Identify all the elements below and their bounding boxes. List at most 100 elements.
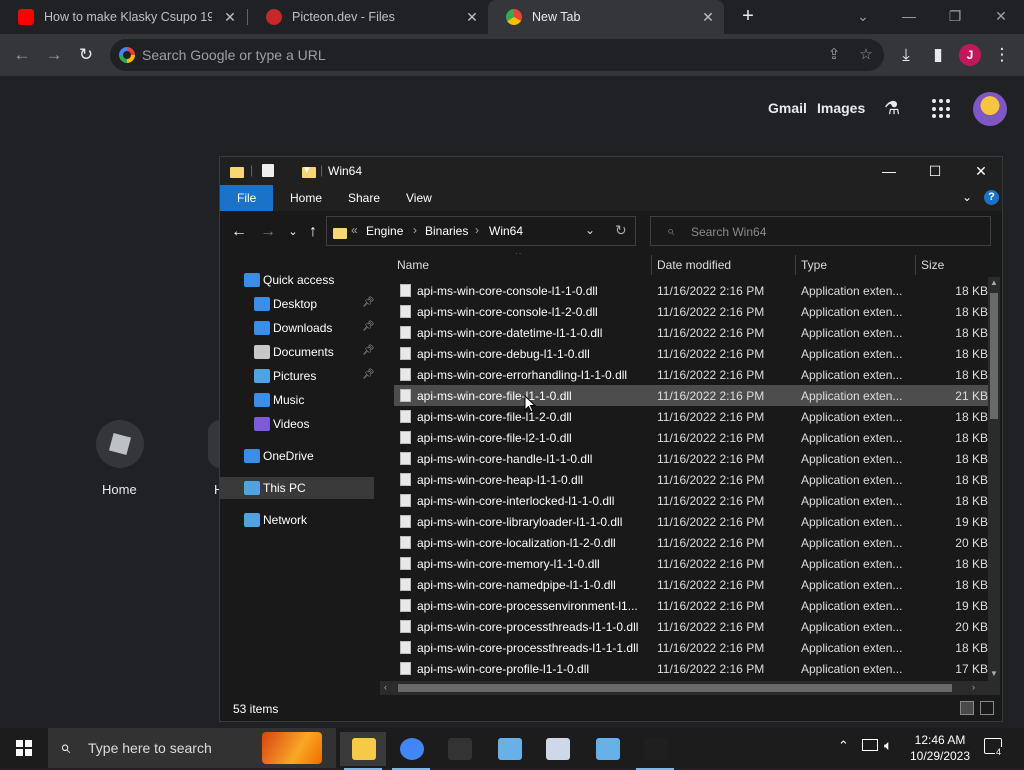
nav-item-network[interactable]: Network (220, 509, 374, 531)
taskbar-app-chrome[interactable] (388, 732, 434, 770)
menu-kebab-icon[interactable]: ⋮ (990, 43, 1014, 67)
nav-item-this-pc[interactable]: This PC (220, 477, 374, 499)
file-row[interactable]: api-ms-win-core-debug-l1-1-0.dll 11/16/20… (394, 343, 990, 364)
download-icon[interactable]: ⤓ (894, 43, 918, 67)
network-icon[interactable] (862, 739, 878, 751)
maximize-icon[interactable]: ☐ (912, 157, 958, 185)
nav-item-quick-access[interactable]: Quick access (220, 269, 374, 291)
scrollbar-thumb[interactable] (398, 684, 952, 692)
file-row[interactable]: api-ms-win-core-file-l2-1-0.dll 11/16/202… (394, 427, 990, 448)
file-row[interactable]: api-ms-win-core-handle-l1-1-0.dll 11/16/2… (394, 448, 990, 469)
nav-item-documents[interactable]: Documents 📌︎ (220, 341, 375, 363)
column-type[interactable]: Type (801, 258, 827, 272)
file-row[interactable]: api-ms-win-core-processenvironment-l1...… (394, 595, 990, 616)
breadcrumb-overflow[interactable]: « (351, 223, 358, 237)
column-name[interactable]: Name (397, 258, 429, 272)
file-row[interactable]: api-ms-win-core-heap-l1-1-0.dll 11/16/202… (394, 469, 990, 490)
help-icon[interactable]: ? (984, 190, 999, 205)
file-row[interactable]: api-ms-win-core-console-l1-2-0.dll 11/16/… (394, 301, 990, 322)
share-icon[interactable]: ⇪ (824, 45, 844, 65)
minimize-icon[interactable]: — (866, 157, 912, 185)
close-icon[interactable]: ✕ (958, 157, 1004, 185)
taskbar-app-3d-viewer[interactable] (534, 732, 580, 766)
google-account-avatar[interactable] (973, 92, 1007, 126)
minimize-icon[interactable]: — (886, 4, 932, 30)
scroll-down-arrow-icon[interactable]: ▼ (990, 669, 998, 678)
forward-arrow-icon[interactable]: → (257, 221, 279, 243)
file-row[interactable]: api-ms-win-core-file-l1-1-0.dll 11/16/202… (394, 385, 990, 406)
breadcrumb-win64[interactable]: Win64 (489, 224, 523, 238)
ribbon-tab-home[interactable]: Home (278, 185, 334, 211)
forward-arrow-icon[interactable]: → (42, 43, 66, 67)
file-row[interactable]: api-ms-win-core-localization-l1-2-0.dll 1… (394, 532, 990, 553)
ribbon-tab-file[interactable]: File (220, 185, 274, 211)
column-divider[interactable] (795, 255, 796, 275)
file-row[interactable]: api-ms-win-core-processthreads-l1-1-0.dl… (394, 616, 990, 637)
address-bar[interactable]: « Engine › Binaries › Win64 ⌄ ↻ (326, 216, 636, 246)
close-window-icon[interactable]: ✕ (978, 4, 1024, 30)
taskbar-app-visual-studio-2[interactable] (584, 732, 630, 766)
images-link[interactable]: Images (817, 100, 865, 116)
file-row[interactable]: api-ms-win-core-interlocked-l1-1-0.dll 11… (394, 490, 990, 511)
pin-icon[interactable]: 📌︎ (362, 297, 375, 308)
back-arrow-icon[interactable]: ← (228, 221, 250, 243)
omnibox[interactable]: Search Google or type a URL ⇪ ☆ (110, 39, 884, 71)
taskbar-app-7zip[interactable] (632, 732, 678, 770)
file-row[interactable]: api-ms-win-core-processthreads-l1-1-1.dl… (394, 637, 990, 658)
close-tab-icon[interactable]: ✕ (700, 9, 716, 25)
column-divider[interactable] (915, 255, 916, 275)
ribbon-tab-share[interactable]: Share (336, 185, 392, 211)
show-hidden-icons-icon[interactable]: ⌃ (838, 738, 849, 754)
details-view-icon[interactable] (960, 701, 974, 715)
refresh-icon[interactable]: ↻ (615, 222, 627, 239)
close-tab-icon[interactable]: ✕ (464, 9, 480, 25)
ribbon-tab-view[interactable]: View (394, 185, 444, 211)
up-arrow-icon[interactable]: ↑ (302, 221, 324, 243)
nav-item-pictures[interactable]: Pictures 📌︎ (220, 365, 375, 387)
side-panel-icon[interactable]: ▮ (926, 43, 950, 67)
bookmark-star-icon[interactable]: ☆ (856, 45, 876, 65)
tab-youtube[interactable]: How to make Klasky Csupo 1997 ✕ (0, 0, 246, 34)
taskbar-app-visual-studio-1[interactable] (486, 732, 532, 766)
nav-item-desktop[interactable]: Desktop 📌︎ (220, 293, 375, 315)
expand-ribbon-icon[interactable]: ⌄ (962, 190, 972, 204)
scroll-right-arrow-icon[interactable]: › (972, 682, 975, 692)
nav-item-onedrive[interactable]: OneDrive (220, 445, 374, 467)
scroll-left-arrow-icon[interactable]: ‹ (384, 682, 387, 692)
tab-search-icon[interactable]: ⌄ (840, 4, 886, 30)
tab-new-tab[interactable]: New Tab ✕ (488, 0, 724, 34)
close-tab-icon[interactable]: ✕ (222, 9, 238, 25)
volume-muted-icon[interactable]: 🔈︎ (884, 737, 892, 754)
column-size[interactable]: Size (921, 258, 944, 272)
new-tab-button[interactable]: + (736, 5, 760, 29)
file-row[interactable]: api-ms-win-core-libraryloader-l1-1-0.dll… (394, 511, 990, 532)
address-history-icon[interactable]: ⌄ (585, 223, 595, 237)
file-row[interactable]: api-ms-win-core-datetime-l1-1-0.dll 11/16… (394, 322, 990, 343)
restore-icon[interactable]: ❐ (932, 4, 978, 30)
horizontal-scrollbar[interactable]: ‹ › (380, 681, 1000, 695)
notification-center-icon[interactable]: 4 (984, 738, 1003, 757)
recent-locations-icon[interactable]: ⌄ (282, 221, 304, 243)
file-row[interactable]: api-ms-win-core-namedpipe-l1-1-0.dll 11/1… (394, 574, 990, 595)
vertical-scrollbar[interactable]: ▲ ▼ (988, 277, 1000, 681)
file-row[interactable]: api-ms-win-core-file-l1-2-0.dll 11/16/202… (394, 406, 990, 427)
pin-icon[interactable]: 📌︎ (362, 345, 375, 356)
file-row[interactable]: api-ms-win-core-profile-l1-1-0.dll 11/16/… (394, 658, 990, 679)
google-apps-icon[interactable] (932, 99, 952, 119)
explorer-title-bar[interactable]: | ▾ | Win64 — ☐ ✕ (220, 157, 1002, 185)
properties-icon[interactable] (262, 164, 274, 177)
column-divider[interactable] (651, 255, 652, 275)
taskbar-app-file-explorer[interactable] (340, 732, 386, 770)
nav-item-videos[interactable]: Videos (220, 413, 374, 435)
breadcrumb-engine[interactable]: Engine (366, 224, 403, 238)
profile-avatar[interactable]: J (959, 44, 981, 66)
reload-icon[interactable]: ↻ (74, 43, 98, 67)
taskbar-search-box[interactable]: ⌕ Type here to search (48, 728, 336, 768)
scroll-up-arrow-icon[interactable]: ▲ (990, 278, 998, 287)
shortcut-home[interactable] (96, 420, 144, 468)
start-button[interactable] (0, 728, 48, 768)
pin-icon[interactable]: 📌︎ (362, 321, 375, 332)
pin-icon[interactable]: 📌︎ (362, 369, 375, 380)
search-input[interactable]: ⌕ Search Win64 (650, 216, 991, 246)
system-clock[interactable]: 12:46 AM 10/29/2023 (904, 732, 976, 764)
